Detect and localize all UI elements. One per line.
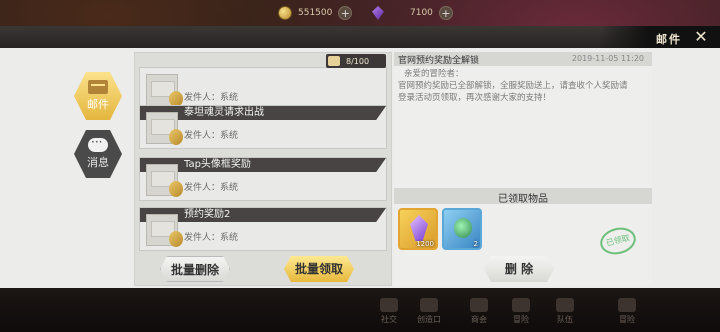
gold-amount: 551500	[298, 8, 333, 18]
detail-greeting: 亲爱的冒险者：	[404, 69, 464, 79]
add-gem-button[interactable]: +	[438, 6, 453, 20]
reward-item[interactable]: 2	[442, 208, 482, 250]
mail-subject: 预约奖励2	[184, 209, 231, 220]
batch-delete-button[interactable]: 批量删除	[160, 256, 230, 282]
item-count: 2	[473, 240, 478, 248]
chat-icon	[88, 135, 108, 152]
detail-title: 官网预约奖励全解锁	[398, 56, 480, 66]
mail-item[interactable]: Tap头像框奖励 发件人：系统	[139, 157, 387, 201]
dock-item[interactable]: 冒险	[504, 298, 538, 325]
reward-item[interactable]: 1200	[398, 208, 438, 250]
resource-bar: 551500 + 7100 +	[0, 0, 720, 26]
add-gold-button[interactable]: +	[338, 6, 353, 20]
gold-resource: 551500 +	[278, 4, 353, 22]
received-label: 已领取物品	[498, 194, 548, 205]
dock-item[interactable]: 冒险	[610, 298, 644, 325]
dock-item[interactable]: 创造口	[412, 298, 446, 325]
dock-item[interactable]: 队伍	[548, 298, 582, 325]
mail-subject: Tap头像框奖励	[184, 159, 251, 170]
dock-item[interactable]: 社交	[372, 298, 406, 325]
dock-item[interactable]: 商会	[462, 298, 496, 325]
envelope-icon	[146, 74, 183, 107]
gem-icon	[372, 6, 384, 20]
detail-text: 官网预约奖励已全部解锁，全服奖励送上，请查收个人奖励请登录活动页领取，再次感谢大…	[398, 81, 628, 103]
gem-resource: 7100 +	[372, 4, 453, 22]
mailbox-icon	[328, 56, 340, 66]
batch-claim-button[interactable]: 批量领取	[284, 256, 354, 282]
tab-messages-label: 消息	[87, 156, 109, 169]
green-potion-icon	[454, 218, 472, 238]
close-button[interactable]: ✕	[690, 28, 712, 46]
mail-icon	[88, 80, 108, 94]
mail-sender: 发件人：系统	[184, 93, 239, 103]
claimed-stamp: 已领取	[597, 224, 639, 258]
mail-sender: 发件人：系统	[184, 131, 239, 141]
mail-sender: 发件人：系统	[184, 183, 239, 193]
tab-mail-label: 邮件	[87, 98, 109, 111]
mail-subject: 泰坦魂灵请求出战	[184, 107, 264, 118]
item-count: 1200	[416, 240, 434, 248]
detail-body: 亲爱的冒险者： 官网预约奖励已全部解锁，全服奖励送上，请查收个人奖励请登录活动页…	[398, 68, 634, 104]
gem-amount: 7100	[410, 8, 433, 18]
mail-item[interactable]: 预约奖励2 发件人：系统	[139, 207, 387, 251]
envelope-icon	[146, 214, 183, 247]
mail-counter: 8/100	[326, 54, 386, 68]
mail-list[interactable]: 发件人：系统 泰坦魂灵请求出战 发件人：系统 Tap头像框奖励 发件人：系统 预…	[134, 52, 392, 286]
envelope-icon	[146, 112, 183, 145]
mail-sender: 发件人：系统	[184, 233, 239, 243]
detail-time: 2019-11-05 11:20	[571, 54, 644, 63]
title-band	[0, 26, 720, 48]
mail-item[interactable]: 泰坦魂灵请求出战 发件人：系统	[139, 105, 387, 149]
envelope-icon	[146, 164, 183, 197]
gold-coin-icon	[278, 6, 292, 20]
delete-button[interactable]: 删 除	[484, 256, 554, 282]
window-title: 邮件	[656, 33, 682, 46]
mail-count: 8/100	[346, 56, 370, 66]
purple-crystal-icon	[410, 215, 428, 241]
mail-detail: 官网预约奖励全解锁 2019-11-05 11:20 亲爱的冒险者： 官网预约奖…	[394, 52, 652, 286]
